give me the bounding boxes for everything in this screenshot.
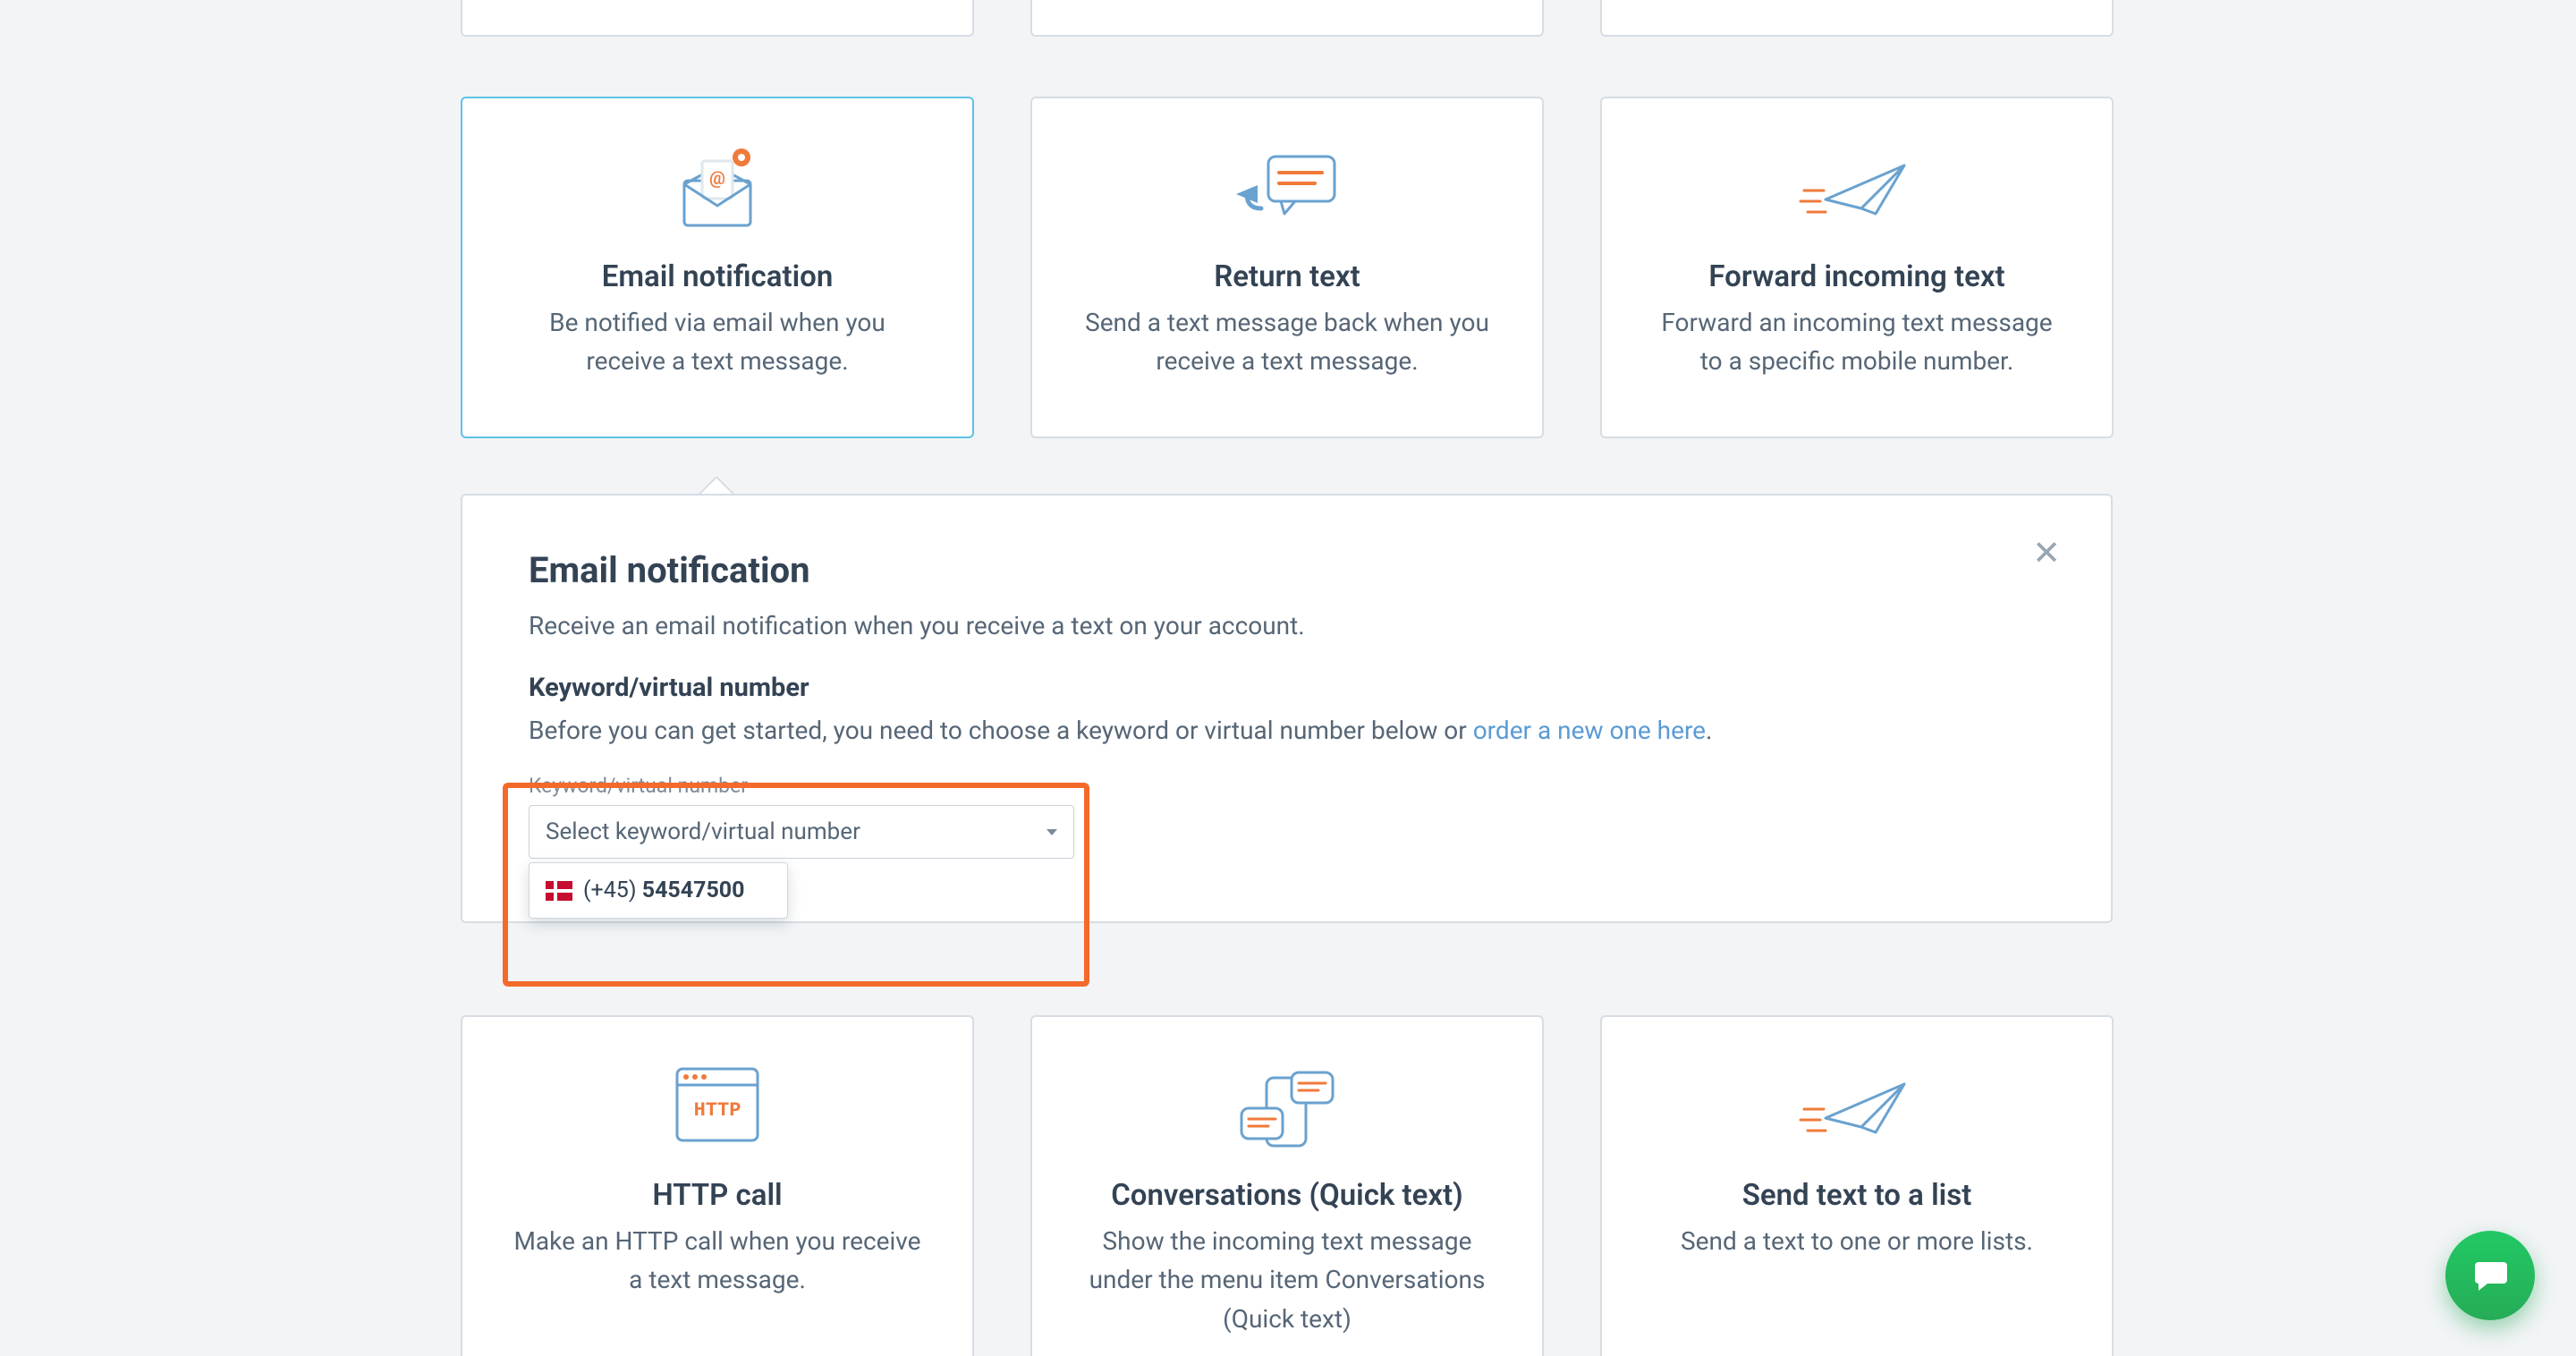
reply-bubble-icon [1233,141,1341,240]
flag-dk-icon [546,881,572,901]
stub-card[interactable] [1600,0,2114,37]
keyword-field-block: Keyword/virtual number Select keyword/vi… [529,774,1074,859]
dropdown-option-0[interactable]: (+45) 54547500 [530,863,787,918]
card-title: Forward incoming text [1708,259,2004,294]
card-return-text[interactable]: Return text Send a text message back whe… [1030,97,1544,438]
chat-bubbles-icon [1233,1060,1341,1158]
order-link[interactable]: order a new one here [1473,716,1706,745]
keyword-select-wrap: Select keyword/virtual number (+45) 5454… [529,805,1074,859]
option-row-1: @ Email notification Be notified via ema… [461,97,2114,438]
card-http-call[interactable]: HTTP HTTP call Make an HTTP call when yo… [461,1015,974,1356]
keyword-dropdown: (+45) 54547500 [529,862,788,919]
card-desc: Send a text to one or more lists. [1681,1222,2033,1260]
svg-text:@: @ [709,167,725,189]
card-conversations[interactable]: Conversations (Quick text) Show the inco… [1030,1015,1544,1356]
card-desc: Send a text message back when you receiv… [1081,303,1493,381]
paper-plane-icon [1803,1060,1911,1158]
card-forward-incoming[interactable]: Forward incoming text Forward an incomin… [1600,97,2114,438]
chevron-down-icon [1046,829,1057,835]
svg-text:HTTP: HTTP [694,1099,741,1122]
card-desc: Show the incoming text message under the… [1081,1222,1493,1338]
details-before-text: Before you can get started, you need to … [529,716,2045,745]
select-placeholder: Select keyword/virtual number [546,818,860,845]
stub-card[interactable] [461,0,974,37]
option-row-stubs [461,0,2114,37]
option-row-2: HTTP HTTP call Make an HTTP call when yo… [461,1015,2114,1356]
http-browser-icon: HTTP [664,1060,771,1158]
paper-plane-icon [1803,141,1911,240]
field-label: Keyword/virtual number [529,774,1074,798]
details-section-heading: Keyword/virtual number [529,673,2045,703]
details-subtitle: Receive an email notification when you r… [529,611,2045,640]
chat-icon [2470,1255,2511,1296]
card-send-list[interactable]: Send text to a list Send a text to one o… [1600,1015,2114,1356]
card-title: HTTP call [652,1178,782,1213]
card-title: Return text [1214,259,1360,294]
keyword-select[interactable]: Select keyword/virtual number [529,805,1074,859]
card-desc: Make an HTTP call when you receive a tex… [512,1222,923,1300]
email-envelope-icon: @ [664,141,771,240]
stub-card[interactable] [1030,0,1544,37]
details-heading: Email notification [529,549,2045,591]
details-panel: ✕ Email notification Receive an email no… [461,494,2113,923]
card-title: Send text to a list [1742,1178,1972,1213]
card-title: Conversations (Quick text) [1111,1178,1463,1213]
chat-launcher-button[interactable] [2445,1231,2535,1320]
card-email-notification[interactable]: @ Email notification Be notified via ema… [461,97,974,438]
card-desc: Forward an incoming text message to a sp… [1651,303,2063,381]
card-title: Email notification [602,259,834,294]
card-desc: Be notified via email when you receive a… [512,303,923,381]
close-icon[interactable]: ✕ [2032,537,2061,571]
